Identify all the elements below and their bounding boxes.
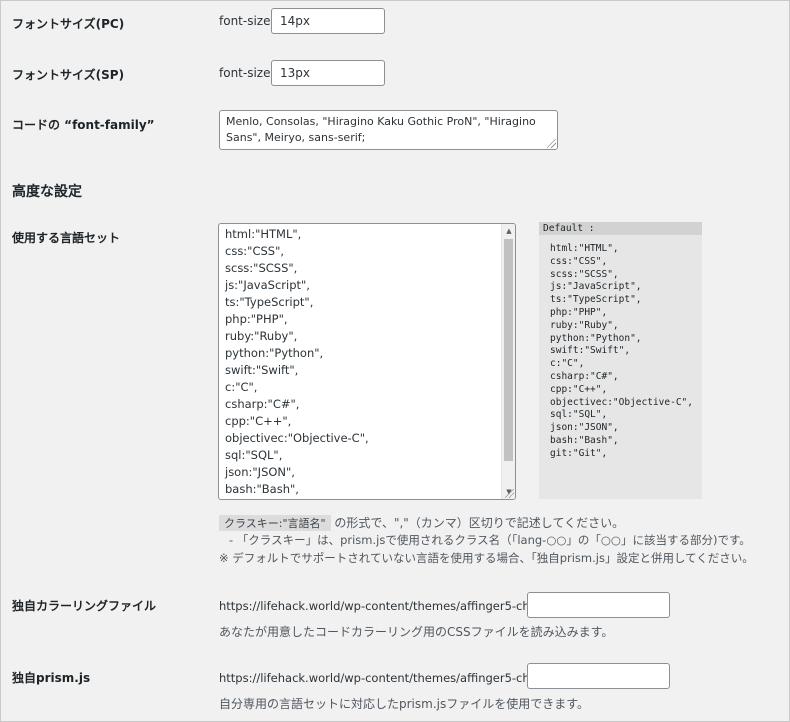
custom-prism-input[interactable]	[527, 663, 670, 689]
default-language-line: css:"CSS",	[550, 255, 608, 267]
default-language-line: json:"JSON",	[550, 422, 619, 434]
language-line: js:"JavaScript",	[225, 278, 310, 292]
default-language-line: bash:"Bash",	[550, 434, 619, 446]
class-key-chip: クラスキー:"言語名"	[219, 515, 331, 531]
scroll-thumb[interactable]	[504, 239, 513, 461]
language-line: python:"Python",	[225, 346, 324, 360]
language-line: objectivec:"Objective-C",	[225, 431, 369, 445]
font-size-sp-label: フォントサイズ(SP)	[12, 68, 125, 82]
default-language-line: scss:"SCSS",	[550, 268, 619, 280]
language-line: scss:"SCSS",	[225, 261, 298, 275]
font-size-pc-inline-label: font-size:	[219, 14, 275, 28]
language-line: php:"PHP",	[225, 312, 288, 326]
language-line: json:"JSON",	[225, 465, 295, 479]
default-language-line: html:"HTML",	[550, 243, 619, 254]
language-line: ruby:"Ruby",	[225, 329, 298, 343]
languages-desc-line-3: ※ デフォルトでサポートされていない言語を使用する場合、「独自prism.js」…	[219, 551, 754, 565]
font-size-pc-input[interactable]: 14px	[271, 8, 385, 34]
languages-desc-line-1-text: の形式で、","（カンマ）区切りで記述してください。	[330, 516, 625, 530]
languages-desc-line-1: クラスキー:"言語名" の形式で、","（カンマ）区切りで記述してください。	[219, 514, 624, 531]
default-language-line: python:"Python",	[550, 332, 642, 344]
custom-coloring-url: https://lifehack.world/wp-content/themes…	[219, 599, 548, 613]
code-font-family-textarea[interactable]: Menlo, Consolas, "Hiragino Kaku Gothic P…	[219, 110, 558, 150]
font-size-sp-input[interactable]: 13px	[271, 60, 385, 86]
default-language-line: c:"C",	[550, 358, 585, 370]
code-font-family-line-2: Sans", Meiryo, sans-serif;	[226, 131, 366, 144]
language-line: css:"CSS",	[225, 244, 285, 258]
scroll-up-icon[interactable]: ▲	[502, 224, 515, 238]
custom-coloring-label: 独自カラーリングファイル	[12, 599, 157, 613]
languages-scrollbar[interactable]: ▲ ▼	[501, 224, 515, 499]
default-languages-list: html:"HTML", css:"CSS", scss:"SCSS", js:"Ja…	[539, 235, 702, 461]
resize-grip-icon[interactable]	[547, 139, 556, 148]
default-language-line: cpp:"C++",	[550, 383, 608, 395]
default-languages-box: Default : html:"HTML", css:"CSS", scss:"SC…	[539, 222, 702, 499]
font-size-sp-inline-label: font-size:	[219, 66, 275, 80]
custom-coloring-input[interactable]	[527, 592, 670, 618]
default-language-line: ruby:"Ruby",	[550, 319, 619, 331]
languages-label: 使用する言語セット	[12, 231, 121, 245]
default-language-line: php:"PHP",	[550, 306, 608, 318]
default-language-line: csharp:"C#",	[550, 370, 619, 382]
code-font-family-label: コードの “font-family”	[12, 118, 155, 132]
languages-desc-line-2: - 「クラスキー」は、prism.jsで使用されるクラス名（「lang-○○」の…	[229, 533, 751, 547]
language-line: sql:"SQL",	[225, 448, 283, 462]
language-line: bash:"Bash",	[225, 482, 299, 496]
default-language-line: js:"JavaScript",	[550, 281, 642, 293]
resize-grip-icon[interactable]	[505, 489, 514, 498]
code-font-family-line-1: Menlo, Consolas, "Hiragino Kaku Gothic P…	[226, 115, 536, 128]
language-line: c:"C",	[225, 380, 258, 394]
default-language-line: git:"Git",	[550, 447, 608, 459]
language-line: html:"HTML",	[225, 227, 302, 241]
language-line: ts:"TypeScript",	[225, 295, 314, 309]
language-line: csharp:"C#",	[225, 397, 300, 411]
languages-textarea[interactable]: html:"HTML", css:"CSS", scss:"SCSS", js:"Ja…	[218, 223, 516, 500]
default-language-line: objectivec:"Objective-C",	[550, 396, 693, 408]
custom-prism-desc: 自分専用の言語セットに対応したprism.jsファイルを使用できます。	[219, 697, 590, 711]
default-language-line: ts:"TypeScript",	[550, 294, 642, 306]
default-header: Default :	[539, 222, 702, 235]
languages-lines: html:"HTML", css:"CSS", scss:"SCSS", js:"Ja…	[225, 226, 509, 498]
language-line: swift:"Swift",	[225, 363, 299, 377]
default-language-line: swift:"Swift",	[550, 345, 631, 357]
font-size-pc-label: フォントサイズ(PC)	[12, 17, 125, 31]
custom-coloring-desc: あなたが用意したコードカラーリング用のCSSファイルを読み込みます。	[219, 625, 614, 639]
advanced-settings-title: 高度な設定	[12, 184, 82, 200]
default-language-line: sql:"SQL",	[550, 409, 608, 421]
custom-prism-url: https://lifehack.world/wp-content/themes…	[219, 671, 548, 685]
custom-prism-label: 独自prism.js	[12, 671, 91, 685]
language-line: cpp:"C++",	[225, 414, 292, 428]
